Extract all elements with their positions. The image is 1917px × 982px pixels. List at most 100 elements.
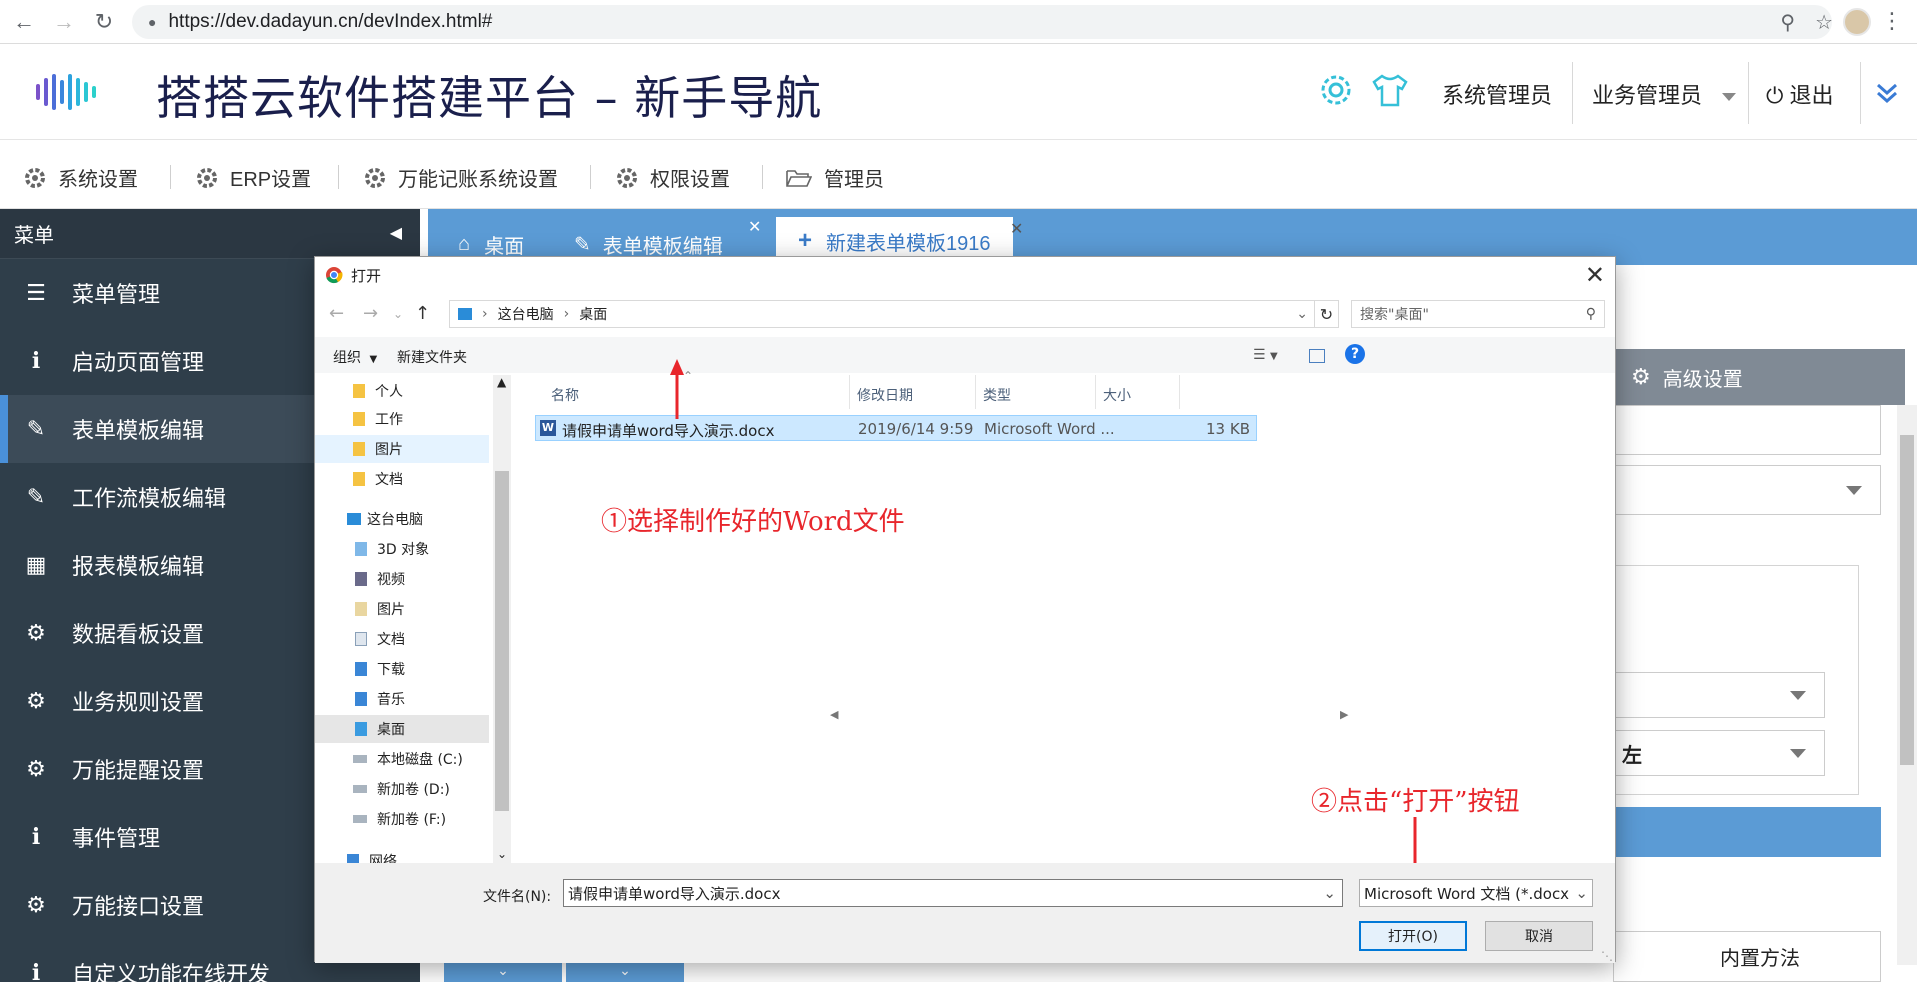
module-admin[interactable]: 管理员: [786, 163, 884, 192]
nav-item-label: 这台电脑: [367, 512, 423, 528]
refresh-icon[interactable]: ↻: [1315, 300, 1339, 328]
panel-scrollbar[interactable]: [1897, 405, 1917, 965]
nav-item-label: 图片: [375, 442, 403, 458]
drive-icon: [353, 755, 367, 763]
document-folder-icon: [355, 632, 367, 646]
chevron-down-icon[interactable]: ⌄: [1323, 884, 1336, 902]
scroll-left-icon[interactable]: ◀: [830, 708, 838, 721]
breadcrumb-item[interactable]: 这台电脑: [498, 304, 554, 324]
dialog-address-bar[interactable]: › 这台电脑 › 桌面 ⌄: [449, 300, 1315, 328]
column-name[interactable]: 名称: [551, 385, 579, 405]
content-hscrollbar[interactable]: ◀ ▶: [512, 708, 1348, 724]
scroll-up-icon[interactable]: ▲: [497, 375, 506, 389]
system-admin-link[interactable]: 系统管理员: [1442, 78, 1552, 110]
recent-dropdown-icon[interactable]: ⌄: [393, 307, 403, 321]
nav-item-documents[interactable]: 文档: [315, 625, 489, 653]
nav-item-personal[interactable]: 个人: [315, 377, 489, 405]
close-icon[interactable]: ✕: [1585, 261, 1605, 289]
filename-input[interactable]: 请假申请单word导入演示.docx ⌄: [563, 879, 1343, 907]
module-label: 权限设置: [650, 169, 730, 191]
file-size: 13 KB: [1206, 420, 1250, 438]
browser-menu-icon[interactable]: ⋮: [1881, 8, 1903, 34]
column-divider[interactable]: [1179, 375, 1180, 409]
module-erp-settings[interactable]: ERP设置: [196, 163, 311, 192]
align-select[interactable]: 左: [1613, 730, 1825, 776]
preview-pane-icon[interactable]: [1309, 349, 1325, 363]
back-arrow-icon[interactable]: ←: [329, 303, 344, 324]
column-date[interactable]: 修改日期: [857, 385, 913, 405]
nav-item-drive-f[interactable]: 新加卷 (F:): [315, 805, 489, 833]
column-size[interactable]: 大小: [1103, 385, 1131, 405]
forward-arrow-icon[interactable]: →: [363, 303, 378, 324]
open-button[interactable]: 打开(O): [1359, 921, 1467, 951]
sidebar-item-label: 菜单管理: [72, 282, 161, 307]
column-divider[interactable]: [975, 375, 976, 409]
file-type-filter[interactable]: Microsoft Word 文档 (*.docx ⌄: [1359, 879, 1593, 907]
advanced-settings-tab[interactable]: ⚙ 高级设置: [1613, 349, 1905, 405]
nav-item-work[interactable]: 工作: [315, 405, 489, 433]
nav-item-downloads[interactable]: 下载: [315, 655, 489, 683]
nav-scrollbar[interactable]: ▲ ⌄: [493, 375, 511, 863]
nav-item-pictures-quick[interactable]: 图片: [315, 435, 489, 463]
module-permission-settings[interactable]: 权限设置: [616, 163, 730, 192]
close-icon[interactable]: ✕: [1010, 219, 1023, 239]
business-admin-dropdown[interactable]: 业务管理员: [1592, 78, 1737, 110]
nav-item-videos[interactable]: 视频: [315, 565, 489, 593]
close-icon[interactable]: ✕: [748, 217, 761, 237]
column-type[interactable]: 类型: [983, 385, 1011, 405]
profile-avatar[interactable]: [1843, 8, 1871, 36]
property-select[interactable]: [1613, 465, 1881, 515]
align-value: 左: [1622, 744, 1642, 767]
collapse-left-icon[interactable]: ◀: [390, 223, 402, 243]
dialog-title: 打开: [351, 266, 382, 285]
breadcrumb-item[interactable]: 桌面: [579, 304, 607, 324]
file-name: 请假申请单word导入演示.docx: [562, 422, 775, 440]
edit-icon: ✎: [26, 416, 46, 441]
logout-button[interactable]: ⏻ 退出: [1766, 78, 1834, 110]
chevron-down-icon: [1790, 749, 1806, 758]
theme-shirt-icon[interactable]: [1370, 70, 1410, 110]
property-select[interactable]: [1613, 672, 1825, 718]
property-input[interactable]: [1613, 405, 1881, 455]
back-icon[interactable]: ←: [6, 4, 42, 40]
edit-icon: ✎: [26, 484, 46, 509]
zoom-icon[interactable]: ⚲: [1780, 10, 1795, 35]
scroll-right-icon[interactable]: ▶: [1340, 708, 1348, 721]
column-divider[interactable]: [849, 375, 850, 409]
module-system-settings[interactable]: 系统设置: [24, 163, 138, 192]
nav-item-network[interactable]: 网络: [315, 847, 489, 863]
nav-item-drive-d[interactable]: 新加卷 (D:): [315, 775, 489, 803]
dialog-search-input[interactable]: 搜索"桌面" ⚲: [1351, 300, 1605, 328]
organize-dropdown[interactable]: 组织 ▼: [333, 347, 377, 367]
address-bar[interactable]: ● https://dev.dadayun.cn/devIndex.html#: [132, 5, 1832, 39]
scrollbar-thumb[interactable]: [1900, 435, 1914, 765]
scrollbar-thumb[interactable]: [495, 471, 509, 811]
column-divider[interactable]: [1095, 375, 1096, 409]
reload-icon[interactable]: ↻: [86, 4, 122, 40]
nav-item-this-pc[interactable]: 这台电脑: [315, 505, 489, 533]
help-icon[interactable]: ?: [1345, 344, 1365, 364]
folder-icon: [353, 442, 365, 456]
star-icon[interactable]: ☆: [1815, 10, 1833, 35]
file-row-selected[interactable]: W 请假申请单word导入演示.docx 2019/6/14 9:59 Micr…: [535, 415, 1257, 441]
nav-item-3d-objects[interactable]: 3D 对象: [315, 535, 489, 563]
up-arrow-icon[interactable]: ↑: [415, 303, 430, 324]
scroll-down-icon[interactable]: ⌄: [497, 847, 507, 861]
new-folder-button[interactable]: 新建文件夹: [397, 347, 467, 367]
nav-item-documents-quick[interactable]: 文档: [315, 465, 489, 493]
expand-button[interactable]: ⌄: [444, 962, 562, 982]
module-accounting-settings[interactable]: 万能记账系统设置: [364, 163, 558, 192]
resize-grip-icon[interactable]: ⋱: [1601, 949, 1613, 963]
chevron-down-icon[interactable]: ⌄: [1296, 306, 1308, 322]
nav-item-music[interactable]: 音乐: [315, 685, 489, 713]
sidebar-item-label: 事件管理: [72, 826, 161, 851]
cancel-button[interactable]: 取消: [1485, 921, 1593, 951]
forward-icon[interactable]: →: [46, 4, 82, 40]
nav-item-drive-c[interactable]: 本地磁盘 (C:): [315, 745, 489, 773]
settings-gear-icon[interactable]: [1316, 70, 1356, 110]
expand-button[interactable]: ⌄: [566, 962, 684, 982]
nav-item-desktop[interactable]: 桌面: [315, 715, 489, 743]
nav-item-pictures[interactable]: 图片: [315, 595, 489, 623]
view-options-icon[interactable]: ☰ ▼: [1253, 347, 1278, 363]
double-chevron-down-icon[interactable]: [1874, 80, 1900, 106]
